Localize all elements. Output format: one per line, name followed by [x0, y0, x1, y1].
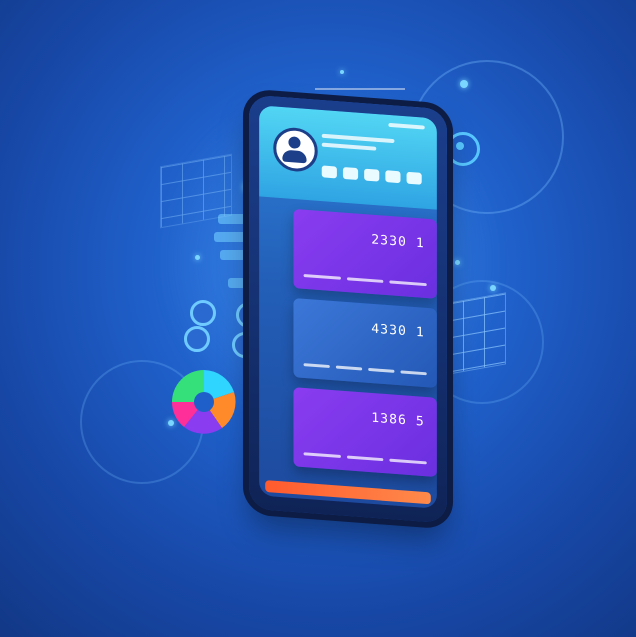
status-bar-text: [388, 122, 425, 130]
payment-card: 1386 5: [293, 387, 437, 478]
profile-text-lines: [321, 133, 413, 159]
payment-card: 2330 1: [293, 208, 437, 299]
profile-header: [259, 105, 437, 210]
floating-circle-button: [190, 300, 216, 326]
grid-panel-icon: [160, 153, 232, 229]
particle-dot: [340, 70, 344, 74]
pie-chart-icon: [172, 370, 236, 434]
floating-circle-button: [184, 326, 210, 352]
gear-icon: [446, 132, 480, 166]
smartphone: 2330 1 4330 1 1386 5: [249, 94, 447, 524]
particle-dot: [490, 285, 496, 291]
particle-dot: [460, 80, 468, 88]
profile-action-icons: [321, 165, 422, 185]
person-icon: [273, 126, 318, 174]
particle-dot: [455, 260, 460, 265]
connector-dots: [315, 88, 405, 90]
particle-dot: [195, 255, 200, 260]
card-number: 4330 1: [371, 321, 425, 341]
card-number: 1386 5: [371, 410, 425, 430]
card-number: 2330 1: [371, 232, 425, 252]
payment-card: 4330 1: [293, 297, 437, 388]
phone-screen: 2330 1 4330 1 1386 5: [259, 105, 437, 509]
